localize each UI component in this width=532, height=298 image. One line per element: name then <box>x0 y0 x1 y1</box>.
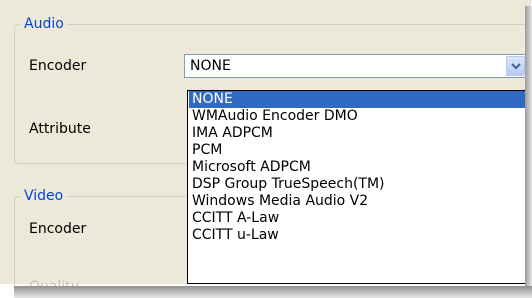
dropdown-option-none[interactable]: NONE <box>189 91 525 108</box>
audio-encoder-label: Encoder <box>29 58 87 74</box>
dropdown-option-windows-media-audio-v2[interactable]: Windows Media Audio V2 <box>189 193 525 210</box>
window-shadow-bottom <box>14 286 532 298</box>
audio-encoder-dropdown-list: NONE WMAudio Encoder DMO IMA ADPCM PCM M… <box>187 90 527 284</box>
window-shadow-right <box>525 6 532 288</box>
audio-encoder-value: NONE <box>190 58 231 74</box>
chevron-down-icon <box>511 63 521 70</box>
video-encoder-label: Encoder <box>29 221 87 237</box>
audio-encoder-dropdown-button[interactable] <box>506 56 525 76</box>
dropdown-option-pcm[interactable]: PCM <box>189 142 525 159</box>
audio-encoder-combobox[interactable]: NONE <box>184 54 527 78</box>
video-group-title: Video <box>21 187 67 205</box>
audio-group-title: Audio <box>21 15 67 33</box>
dropdown-option-dsp-group-truespeech[interactable]: DSP Group TrueSpeech(TM) <box>189 176 525 193</box>
dropdown-option-microsoft-adpcm[interactable]: Microsoft ADPCM <box>189 159 525 176</box>
audio-attribute-label: Attribute <box>29 121 91 137</box>
dropdown-option-wmaudio-encoder-dmo[interactable]: WMAudio Encoder DMO <box>189 108 525 125</box>
settings-panel: Audio Video Encoder Attribute Encoder Qu… <box>0 0 532 298</box>
dropdown-option-ccitt-a-law[interactable]: CCITT A-Law <box>189 210 525 227</box>
dropdown-option-ima-adpcm[interactable]: IMA ADPCM <box>189 125 525 142</box>
dropdown-option-ccitt-u-law[interactable]: CCITT u-Law <box>189 227 525 244</box>
